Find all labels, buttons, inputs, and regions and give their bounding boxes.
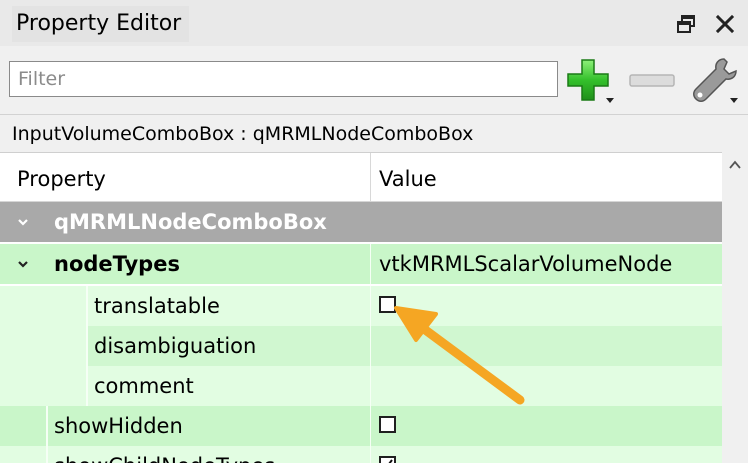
column-header-property[interactable]: Property [17, 153, 106, 205]
dock-title-bar: Property Editor [0, 0, 748, 46]
column-header-value[interactable]: Value [379, 153, 437, 205]
property-name: disambiguation [94, 334, 257, 358]
property-value[interactable] [371, 326, 722, 366]
property-value[interactable]: vtkMRMLScalarVolumeNode [371, 244, 722, 284]
panel-title: Property Editor [12, 6, 190, 42]
chevron-down-icon[interactable] [18, 217, 28, 227]
property-row-showhidden[interactable]: showHidden [0, 406, 722, 446]
property-row-showchildnodetypes[interactable]: showChildNodeTypes [0, 446, 722, 463]
property-name: showChildNodeTypes [54, 446, 275, 463]
scroll-up-arrow-icon[interactable] [729, 160, 741, 170]
filter-input[interactable] [9, 61, 558, 97]
property-row-disambiguation[interactable]: disambiguation [0, 326, 722, 366]
property-row-nodetypes[interactable]: nodeTypes vtkMRMLScalarVolumeNode [0, 244, 722, 284]
showhidden-checkbox[interactable] [379, 416, 396, 433]
checkmark-icon [388, 459, 393, 463]
property-name: comment [94, 374, 194, 398]
add-plus-icon[interactable] [566, 58, 618, 106]
remove-minus-icon[interactable] [628, 68, 676, 92]
property-name: nodeTypes [54, 252, 180, 276]
close-icon[interactable] [713, 12, 737, 36]
group-label: qMRMLNodeComboBox [54, 210, 327, 234]
float-window-icon[interactable] [675, 13, 697, 35]
selected-object-label: InputVolumeComboBox : qMRMLNodeComboBox [0, 114, 748, 152]
wrench-icon[interactable] [688, 56, 740, 108]
translatable-checkbox[interactable] [379, 296, 396, 313]
property-name: translatable [94, 294, 220, 318]
property-name: showHidden [54, 414, 183, 438]
group-row[interactable]: qMRMLNodeComboBox [0, 202, 722, 242]
chevron-down-icon[interactable] [18, 259, 28, 269]
vertical-scrollbar[interactable] [722, 152, 748, 462]
property-row-translatable[interactable]: translatable [0, 286, 722, 326]
property-tree: Property Value qMRMLNodeComboBox nodeTyp… [0, 152, 722, 463]
property-row-comment[interactable]: comment [0, 366, 722, 406]
tree-header: Property Value [0, 153, 722, 202]
property-value[interactable] [371, 366, 722, 406]
